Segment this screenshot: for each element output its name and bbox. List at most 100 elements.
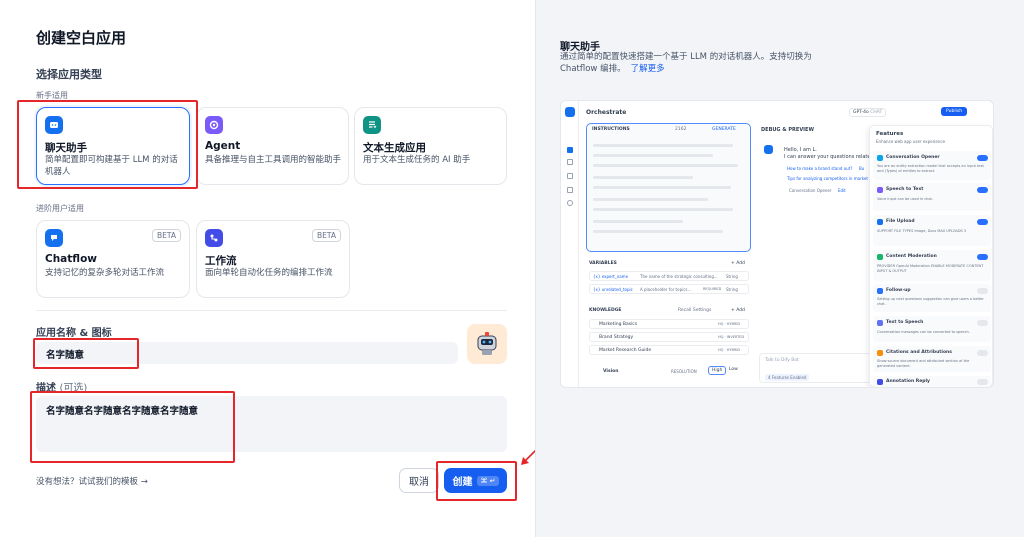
mock-toggle	[977, 320, 988, 326]
mock-feature-name: Follow-up	[886, 288, 911, 293]
mock-feature-desc: PROVIDER OpenAI Moderation ENABLE MODERA…	[877, 264, 984, 273]
template-link[interactable]: 没有想法？试试我们的模板 →	[36, 475, 148, 487]
highlight-name-input	[33, 338, 139, 369]
mock-high: High	[708, 366, 727, 375]
mock-feature-icon	[877, 379, 883, 385]
mock-line	[593, 164, 738, 167]
mock-doc-meta: HQ · HYBRID	[718, 348, 741, 352]
mock-vision: Vision	[603, 369, 619, 374]
preview-desc-line2: Chatflow 编排。	[560, 64, 626, 74]
mock-greeting: I can answer your questions related	[784, 154, 874, 160]
mock-feature-name: Content Moderation	[886, 254, 937, 259]
mock-low: Low	[729, 367, 738, 372]
mock-nav-icon	[567, 187, 573, 193]
mock-publish-button: Publish	[941, 107, 968, 116]
card-title: 文本生成应用	[363, 142, 426, 154]
mock-doc-row: Marketing Basics HQ · HYBRID	[589, 319, 749, 329]
card-desc: 用于文本生成任务的 AI 助手	[363, 155, 471, 165]
mock-toggle	[977, 288, 988, 294]
text-generation-icon	[363, 116, 381, 134]
app-icon-picker[interactable]	[467, 324, 507, 364]
mock-var-name: {x} unrelated_topic	[593, 287, 633, 292]
mock-question: How to make a brand stand out?	[787, 166, 853, 171]
mock-doc-row: Market Research Guide HQ · HYBRID	[589, 345, 749, 355]
workflow-icon	[205, 229, 223, 247]
mock-add: + Add	[731, 308, 745, 313]
mock-line	[593, 198, 708, 201]
app-type-chatflow[interactable]: BETA Chatflow 支持记忆的复杂多轮对话工作流	[36, 220, 190, 298]
robot-icon	[477, 332, 497, 355]
preview-mockup: Orchestrate GPT-4o CHAT Publish INSTRUCT…	[560, 100, 994, 388]
mock-feature: Text to Speech Conversation messages can…	[873, 316, 991, 342]
mock-feature-name: Conversation Opener	[886, 155, 940, 160]
create-app-panel: 创建空白应用 选择应用类型 新手适用 聊天助手 简单配置即可构建基于 LLM 的…	[0, 0, 539, 537]
mock-line	[593, 230, 723, 233]
mock-features-panel: Features Enhance web app user experience…	[869, 125, 993, 387]
mock-var-name: {x} expert_name	[593, 274, 629, 279]
page-title: 创建空白应用	[36, 29, 127, 47]
mock-feature-icon	[877, 254, 883, 260]
mock-instructions: INSTRUCTIONS 2162 GENERATE	[586, 123, 751, 252]
mock-greeting: Hello, I am L.	[784, 147, 817, 153]
mock-instructions-count: 2162	[675, 127, 687, 132]
arrow-right-icon: →	[140, 477, 148, 487]
mock-generate: GENERATE	[712, 127, 736, 132]
mock-var-desc: The name of the strategic consulting...	[640, 274, 718, 279]
cancel-button[interactable]: 取消	[399, 468, 439, 493]
mock-feature-icon	[877, 350, 883, 356]
mock-var-req: REQUIRED	[703, 287, 722, 291]
mock-line	[593, 208, 733, 211]
mock-instructions-label: INSTRUCTIONS	[592, 127, 630, 132]
agent-icon	[205, 116, 223, 134]
mock-feature: Speech to Text Voice input can be used i…	[873, 183, 991, 211]
card-desc: 具备推理与自主工具调用的智能助手	[205, 155, 342, 165]
divider	[36, 310, 507, 311]
app-type-workflow[interactable]: BETA 工作流 面向单轮自动化任务的编排工作流	[196, 220, 350, 298]
card-title: Agent	[205, 140, 241, 152]
mock-features-sub: Enhance web app user experience	[876, 139, 946, 144]
app-type-agent[interactable]: Agent 具备推理与自主工具调用的智能助手	[196, 107, 349, 185]
mock-var-type: String	[726, 274, 738, 279]
app-type-label: 选择应用类型	[36, 68, 102, 81]
learn-more-link[interactable]: 了解更多	[631, 64, 665, 74]
mock-feature-desc: Voice input can be used in chat.	[877, 197, 934, 201]
mock-var-desc: A placeholder for topics...	[640, 287, 692, 292]
mock-header: Orchestrate	[586, 109, 627, 116]
mock-line	[593, 186, 731, 189]
beta-badge: BETA	[151, 229, 181, 242]
mock-sidebar	[561, 101, 579, 387]
mock-app-icon	[565, 107, 575, 117]
mock-bot-avatar	[764, 145, 773, 154]
mock-nav-icon	[567, 200, 573, 206]
mock-line	[593, 176, 693, 179]
highlight-chatbot-card	[17, 100, 198, 189]
mock-feature-icon	[877, 219, 883, 225]
mock-question: Tips for analyzing competitors in market	[787, 176, 868, 181]
mock-toggle	[977, 187, 988, 193]
mock-feature-name: Text to Speech	[886, 320, 924, 325]
mock-nav-icon	[567, 159, 573, 165]
card-desc: 支持记忆的复杂多轮对话工作流	[45, 268, 165, 278]
mock-feature-icon	[877, 288, 883, 294]
mock-feature-name: File Upload	[886, 219, 915, 224]
mock-feature-icon	[877, 320, 883, 326]
mock-doc-name: Market Research Guide	[599, 348, 652, 353]
mock-doc-name: Marketing Basics	[599, 322, 638, 327]
mock-toggle	[977, 350, 988, 356]
mock-recall: Recall Settings	[678, 308, 712, 313]
mock-talk-placeholder: Talk to Dify Bot	[765, 358, 799, 363]
mock-feature-desc: Show source document and attributed sect…	[877, 359, 970, 368]
mock-question: Bu	[859, 166, 865, 171]
advanced-caption: 进阶用户适用	[36, 204, 84, 213]
app-type-text-generator[interactable]: 文本生成应用 用于文本生成任务的 AI 助手	[354, 107, 507, 185]
template-link-text: 没有想法？试试我们的模板	[36, 477, 139, 487]
mock-feature: Content Moderation PROVIDER OpenAI Moder…	[873, 250, 991, 281]
mock-var-type: String	[726, 287, 738, 292]
mock-feature: File Upload SUPPORT FILE TYPES Image, Do…	[873, 215, 991, 246]
mock-nav-icon	[567, 173, 573, 179]
card-title: 工作流	[205, 255, 237, 267]
mock-variable-row: {x} unrelated_topic A placeholder for to…	[589, 284, 749, 294]
mock-line	[593, 144, 733, 147]
mock-features-enabled: 4 Features Enabled	[765, 374, 810, 381]
beta-badge: BETA	[311, 229, 341, 242]
